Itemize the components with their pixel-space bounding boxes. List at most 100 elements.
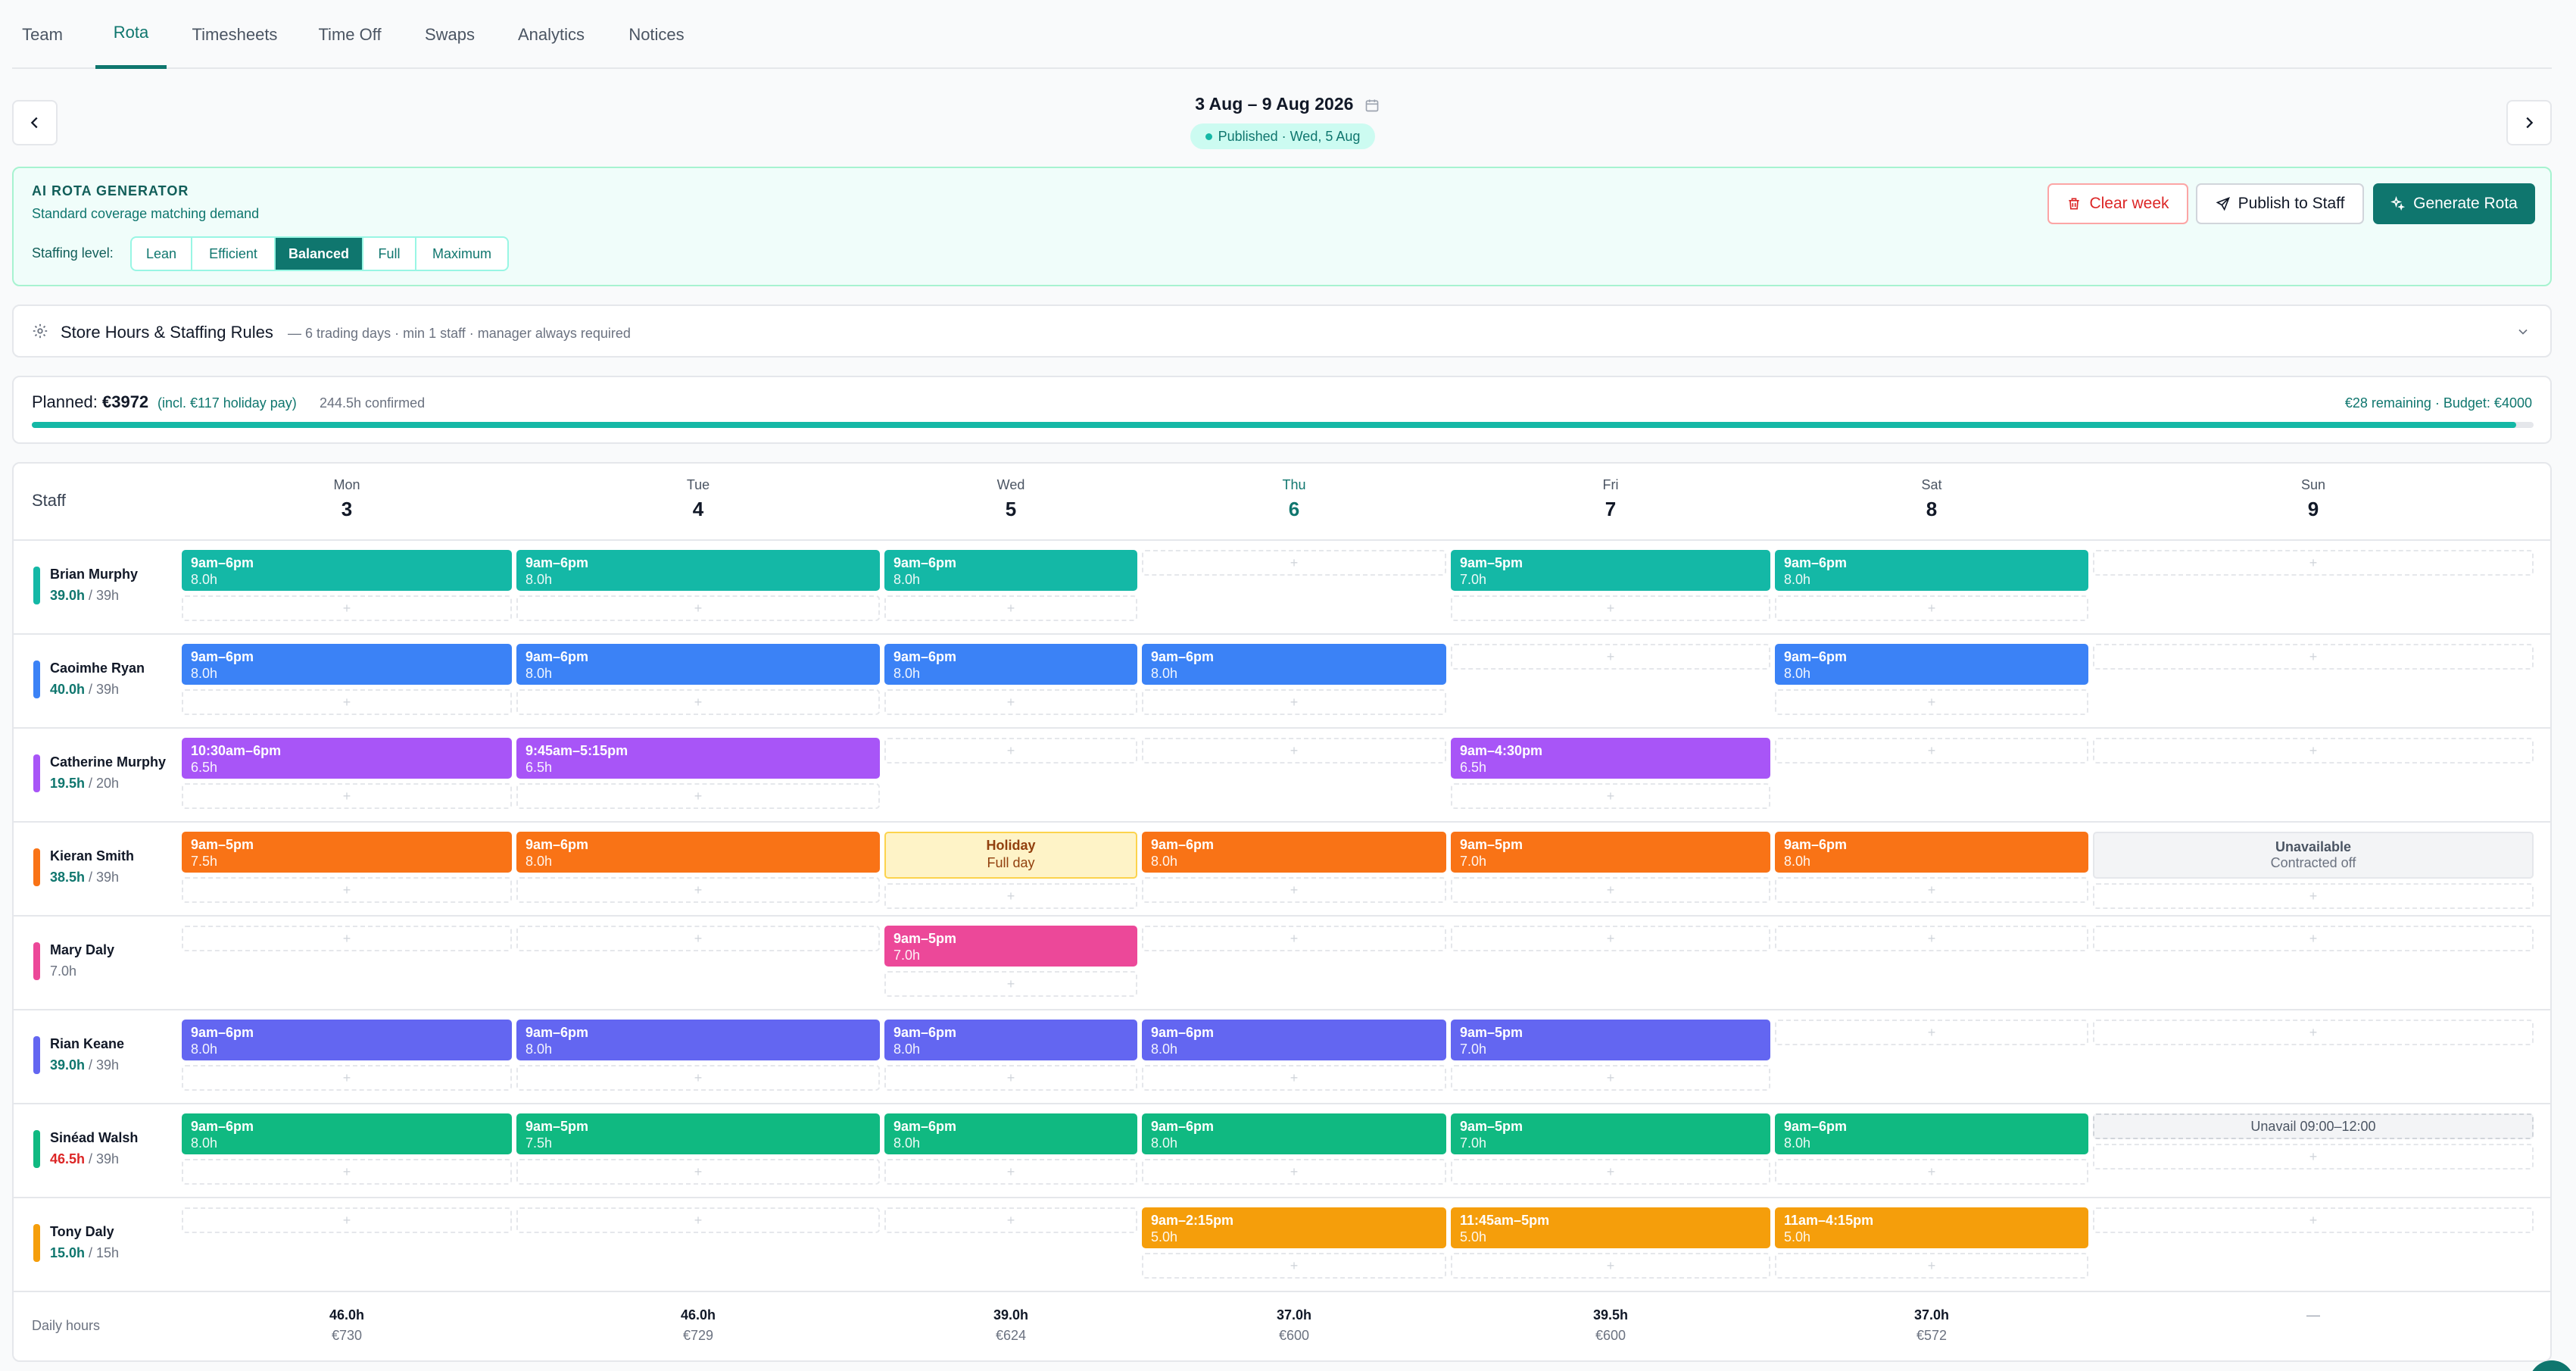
add-shift-slot[interactable]: +	[516, 783, 880, 809]
add-shift-slot[interactable]: +	[516, 926, 880, 951]
shift-block[interactable]: 10:30am–6pm 6.5h	[182, 738, 512, 779]
add-shift-slot[interactable]: +	[1775, 689, 2088, 715]
add-shift-slot[interactable]: +	[1451, 926, 1770, 951]
next-week-button[interactable]	[2506, 100, 2552, 145]
add-shift-slot[interactable]: +	[1142, 1253, 1446, 1279]
shift-block[interactable]: 9am–6pm 8.0h	[182, 1113, 512, 1154]
tab-notices[interactable]: Notices	[624, 0, 689, 69]
add-shift-slot[interactable]: +	[1451, 595, 1770, 621]
staffing-level-full[interactable]: Full	[363, 238, 416, 270]
staffing-level-balanced[interactable]: Balanced	[276, 238, 363, 270]
staffing-level-lean[interactable]: Lean	[132, 238, 192, 270]
shift-block[interactable]: 9am–6pm 8.0h	[884, 550, 1137, 591]
add-shift-slot[interactable]: +	[1451, 644, 1770, 670]
shift-block[interactable]: 9am–6pm 8.0h	[1775, 832, 2088, 873]
staff-name[interactable]: Catherine Murphy	[50, 754, 166, 770]
shift-block[interactable]: 9am–6pm 8.0h	[1775, 550, 2088, 591]
staff-name[interactable]: Sinéad Walsh	[50, 1130, 138, 1146]
shift-block[interactable]: 9am–6pm 8.0h	[884, 644, 1137, 685]
add-shift-slot[interactable]: +	[1142, 550, 1446, 576]
add-shift-slot[interactable]: +	[2093, 1207, 2534, 1233]
add-shift-slot[interactable]: +	[1142, 738, 1446, 764]
publish-to-staff-button[interactable]: Publish to Staff	[2196, 183, 2364, 224]
staff-name[interactable]: Mary Daly	[50, 942, 114, 958]
shift-block[interactable]: 9am–5pm 7.0h	[884, 926, 1137, 967]
shift-block[interactable]: 9am–6pm 8.0h	[1775, 1113, 2088, 1154]
add-shift-slot[interactable]: +	[2093, 1144, 2534, 1170]
add-shift-slot[interactable]: +	[1775, 926, 2088, 951]
add-shift-slot[interactable]: +	[182, 783, 512, 809]
shift-block[interactable]: 9am–6pm 8.0h	[1775, 644, 2088, 685]
add-shift-slot[interactable]: +	[516, 877, 880, 903]
add-shift-slot[interactable]: +	[884, 1159, 1137, 1185]
shift-block[interactable]: 9am–6pm 8.0h	[1142, 644, 1446, 685]
shift-block[interactable]: 9am–5pm 7.5h	[516, 1113, 880, 1154]
chevron-down-icon[interactable]	[2515, 324, 2531, 339]
add-shift-slot[interactable]: +	[1775, 1159, 2088, 1185]
shift-block[interactable]: 9am–5pm 7.0h	[1451, 1113, 1770, 1154]
staff-name[interactable]: Brian Murphy	[50, 567, 138, 582]
add-shift-slot[interactable]: +	[1142, 877, 1446, 903]
add-shift-slot[interactable]: +	[1775, 1253, 2088, 1279]
add-shift-slot[interactable]: +	[1451, 783, 1770, 809]
add-shift-slot[interactable]: +	[2093, 550, 2534, 576]
staffing-level-efficient[interactable]: Efficient	[192, 238, 276, 270]
add-shift-slot[interactable]: +	[2093, 926, 2534, 951]
shift-block[interactable]: 9am–5pm 7.5h	[182, 832, 512, 873]
holiday-block[interactable]: Holiday Full day	[884, 832, 1137, 879]
tab-timesheets[interactable]: Timesheets	[186, 0, 283, 69]
add-shift-slot[interactable]: +	[182, 1207, 512, 1233]
add-shift-slot[interactable]: +	[1142, 1065, 1446, 1091]
shift-block[interactable]: 9am–6pm 8.0h	[182, 644, 512, 685]
add-shift-slot[interactable]: +	[884, 971, 1137, 997]
shift-block[interactable]: 9:45am–5:15pm 6.5h	[516, 738, 880, 779]
generate-rota-button[interactable]: Generate Rota	[2373, 183, 2535, 224]
add-shift-slot[interactable]: +	[884, 689, 1137, 715]
tab-rota[interactable]: Rota	[95, 0, 167, 69]
add-shift-slot[interactable]: +	[516, 689, 880, 715]
staff-name[interactable]: Kieran Smith	[50, 848, 134, 864]
shift-block[interactable]: 9am–6pm 8.0h	[884, 1020, 1137, 1060]
add-shift-slot[interactable]: +	[1142, 926, 1446, 951]
add-shift-slot[interactable]: +	[182, 1159, 512, 1185]
staff-name[interactable]: Rian Keane	[50, 1036, 124, 1052]
add-shift-slot[interactable]: +	[516, 1159, 880, 1185]
shift-block[interactable]: 9am–6pm 8.0h	[516, 644, 880, 685]
add-shift-slot[interactable]: +	[516, 595, 880, 621]
previous-week-button[interactable]	[12, 100, 58, 145]
shift-block[interactable]: 9am–5pm 7.0h	[1451, 550, 1770, 591]
add-shift-slot[interactable]: +	[182, 1065, 512, 1091]
add-shift-slot[interactable]: +	[1142, 1159, 1446, 1185]
add-shift-slot[interactable]: +	[884, 1207, 1137, 1233]
shift-block[interactable]: 9am–6pm 8.0h	[1142, 1113, 1446, 1154]
clear-week-button[interactable]: Clear week	[2047, 183, 2188, 224]
add-shift-slot[interactable]: +	[1775, 877, 2088, 903]
calendar-icon[interactable]	[1364, 98, 1380, 113]
add-shift-slot[interactable]: +	[1451, 1253, 1770, 1279]
shift-block[interactable]: 9am–6pm 8.0h	[182, 1020, 512, 1060]
add-shift-slot[interactable]: +	[1451, 877, 1770, 903]
add-shift-slot[interactable]: +	[1775, 1020, 2088, 1045]
shift-block[interactable]: 9am–6pm 8.0h	[516, 550, 880, 591]
staffing-level-maximum[interactable]: Maximum	[416, 238, 507, 270]
add-shift-slot[interactable]: +	[182, 926, 512, 951]
shift-block[interactable]: 9am–6pm 8.0h	[182, 550, 512, 591]
add-shift-slot[interactable]: +	[2093, 1020, 2534, 1045]
shift-block[interactable]: 9am–5pm 7.0h	[1451, 1020, 1770, 1060]
floating-action-button[interactable]	[2529, 1360, 2574, 1371]
add-shift-slot[interactable]: +	[884, 883, 1137, 909]
shift-block[interactable]: 9am–6pm 8.0h	[884, 1113, 1137, 1154]
add-shift-slot[interactable]: +	[182, 689, 512, 715]
store-hours-rules-panel[interactable]: Store Hours & Staffing Rules — 6 trading…	[12, 304, 2552, 358]
tab-time-off[interactable]: Time Off	[312, 0, 388, 69]
add-shift-slot[interactable]: +	[182, 877, 512, 903]
add-shift-slot[interactable]: +	[1775, 738, 2088, 764]
shift-block[interactable]: 9am–2:15pm 5.0h	[1142, 1207, 1446, 1248]
shift-block[interactable]: 9am–4:30pm 6.5h	[1451, 738, 1770, 779]
add-shift-slot[interactable]: +	[516, 1065, 880, 1091]
add-shift-slot[interactable]: +	[2093, 738, 2534, 764]
add-shift-slot[interactable]: +	[1451, 1159, 1770, 1185]
staff-name[interactable]: Caoimhe Ryan	[50, 661, 145, 676]
add-shift-slot[interactable]: +	[884, 1065, 1137, 1091]
add-shift-slot[interactable]: +	[1775, 595, 2088, 621]
